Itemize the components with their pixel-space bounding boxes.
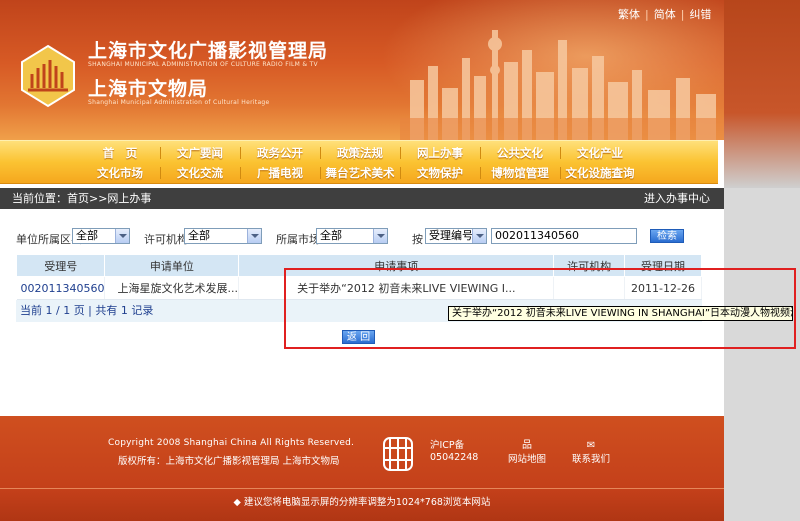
nav-item-stage-arts[interactable]: 舞台艺术美术 bbox=[320, 163, 400, 183]
acceptance-number-link[interactable]: 002011340560 bbox=[16, 276, 106, 300]
district-select-value: 全部 bbox=[76, 229, 98, 242]
top-links: 繁体 | 简体 | 纠错 bbox=[618, 6, 711, 22]
mail-icon: ✉ bbox=[586, 440, 596, 451]
agency-label: 许可机构 bbox=[144, 233, 188, 246]
top-link-separator: | bbox=[645, 8, 649, 21]
search-button[interactable]: 检索 bbox=[650, 229, 684, 243]
copyright-text: Copyright 2008 Shanghai China All Rights… bbox=[108, 438, 355, 448]
search-by-label: 按 bbox=[412, 233, 423, 246]
nav-item-government-affairs[interactable]: 政务公开 bbox=[240, 143, 320, 163]
site-subtitle-english: Shanghai Municipal Administration of Cul… bbox=[88, 99, 270, 106]
sitemap-icon: 品 bbox=[522, 440, 532, 451]
nav-item-news[interactable]: 文广要闻 bbox=[160, 143, 240, 163]
icp-label: 沪ICP备 bbox=[430, 440, 465, 451]
traditional-chinese-link[interactable]: 繁体 bbox=[618, 8, 640, 21]
nav-item-radio-tv[interactable]: 广播电视 bbox=[240, 163, 320, 183]
nav-item-heritage-protection[interactable]: 文物保护 bbox=[400, 163, 480, 183]
tooltip: 关于举办“2012 初音未来LIVE VIEWING IN SHANGHAI”日… bbox=[448, 306, 793, 321]
district-select[interactable]: 全部 bbox=[72, 228, 130, 244]
search-field-select[interactable]: 受理编号 bbox=[425, 228, 487, 244]
contact-link[interactable]: ✉ 联系我们 bbox=[565, 440, 617, 465]
nav-item-facility-search[interactable]: 文化设施查询 bbox=[560, 163, 640, 183]
site-header: 上海市文化广播影视管理局 SHANGHAI MUNICIPAL ADMINIST… bbox=[0, 0, 724, 140]
market-select-value: 全部 bbox=[320, 229, 342, 242]
nav-item-home[interactable]: 首 页 bbox=[80, 143, 160, 163]
resolution-tip: ◆ 建议您将电脑显示屏的分辨率调整为1024*768浏览本网站 bbox=[233, 497, 491, 508]
site-footer: Copyright 2008 Shanghai China All Rights… bbox=[0, 416, 724, 521]
bureau-logo-icon bbox=[21, 44, 75, 108]
chevron-down-icon bbox=[373, 229, 387, 243]
agency-select[interactable]: 全部 bbox=[184, 228, 262, 244]
site-title-english: SHANGHAI MUNICIPAL ADMINISTRATION OF CUL… bbox=[88, 61, 318, 68]
footer-org-text: 版权所有：上海市文化广播影视管理局 上海市文物局 bbox=[118, 456, 340, 467]
nav-item-public-culture[interactable]: 公共文化 bbox=[480, 143, 560, 163]
icp-info: 沪ICP备 05042248 bbox=[430, 440, 478, 464]
nav-item-culture-exchange[interactable]: 文化交流 bbox=[160, 163, 240, 183]
sitemap-label: 网站地图 bbox=[507, 454, 546, 465]
contact-label: 联系我们 bbox=[571, 454, 610, 465]
search-field-value: 受理编号 bbox=[429, 229, 473, 242]
column-header-applicant: 申请单位 bbox=[104, 254, 240, 277]
applicant-cell: 上海星旋文化艺术发展... bbox=[104, 276, 240, 300]
agency-select-value: 全部 bbox=[188, 229, 210, 242]
nav-item-museum-management[interactable]: 博物馆管理 bbox=[480, 163, 560, 183]
nav-item-policies[interactable]: 政策法规 bbox=[320, 143, 400, 163]
market-label: 所属市场 bbox=[276, 233, 320, 246]
column-header-acceptance-no: 受理号 bbox=[15, 254, 106, 277]
breadcrumb-bar: 当前位置：首页>>网上办事 进入办事中心 bbox=[0, 188, 724, 209]
error-report-link[interactable]: 纠错 bbox=[689, 8, 711, 21]
nav-item-online-services[interactable]: 网上办事 bbox=[400, 143, 480, 163]
chevron-down-icon bbox=[115, 229, 129, 243]
search-input[interactable]: 002011340560 bbox=[491, 228, 637, 244]
footer-divider bbox=[0, 488, 724, 489]
nav-row-1: 首 页 文广要闻 政务公开 政策法规 网上办事 公共文化 文化产业 bbox=[80, 143, 680, 163]
sitemap-link[interactable]: 品 网站地图 bbox=[503, 440, 551, 465]
right-gray-strip bbox=[724, 0, 800, 521]
site-subtitle: 上海市文物局 bbox=[88, 78, 209, 100]
top-link-separator: | bbox=[680, 8, 685, 21]
chevron-down-icon bbox=[472, 229, 486, 243]
icp-number: 05042248 bbox=[430, 452, 479, 463]
main-nav: 首 页 文广要闻 政务公开 政策法规 网上办事 公共文化 文化产业 文化市场 文… bbox=[0, 140, 718, 184]
site-title: 上海市文化广播影视管理局 bbox=[88, 40, 329, 62]
search-filters: 单位所属区县 全部 许可机构 全部 所属市场 全部 按 受理编号 0020113… bbox=[16, 228, 716, 248]
right-strip-top bbox=[724, 0, 800, 188]
service-center-link[interactable]: 进入办事中心 bbox=[644, 188, 710, 209]
market-select[interactable]: 全部 bbox=[316, 228, 388, 244]
chevron-down-icon bbox=[247, 229, 261, 243]
nav-item-culture-industry[interactable]: 文化产业 bbox=[560, 143, 640, 163]
nav-item-culture-market[interactable]: 文化市场 bbox=[80, 163, 160, 183]
footer-emblem-icon bbox=[383, 437, 413, 471]
simplified-chinese-link[interactable]: 简体 bbox=[654, 8, 676, 21]
breadcrumb[interactable]: 当前位置：首页>>网上办事 bbox=[12, 188, 151, 209]
nav-row-2: 文化市场 文化交流 广播电视 舞台艺术美术 文物保护 博物馆管理 文化设施查询 bbox=[80, 163, 680, 183]
